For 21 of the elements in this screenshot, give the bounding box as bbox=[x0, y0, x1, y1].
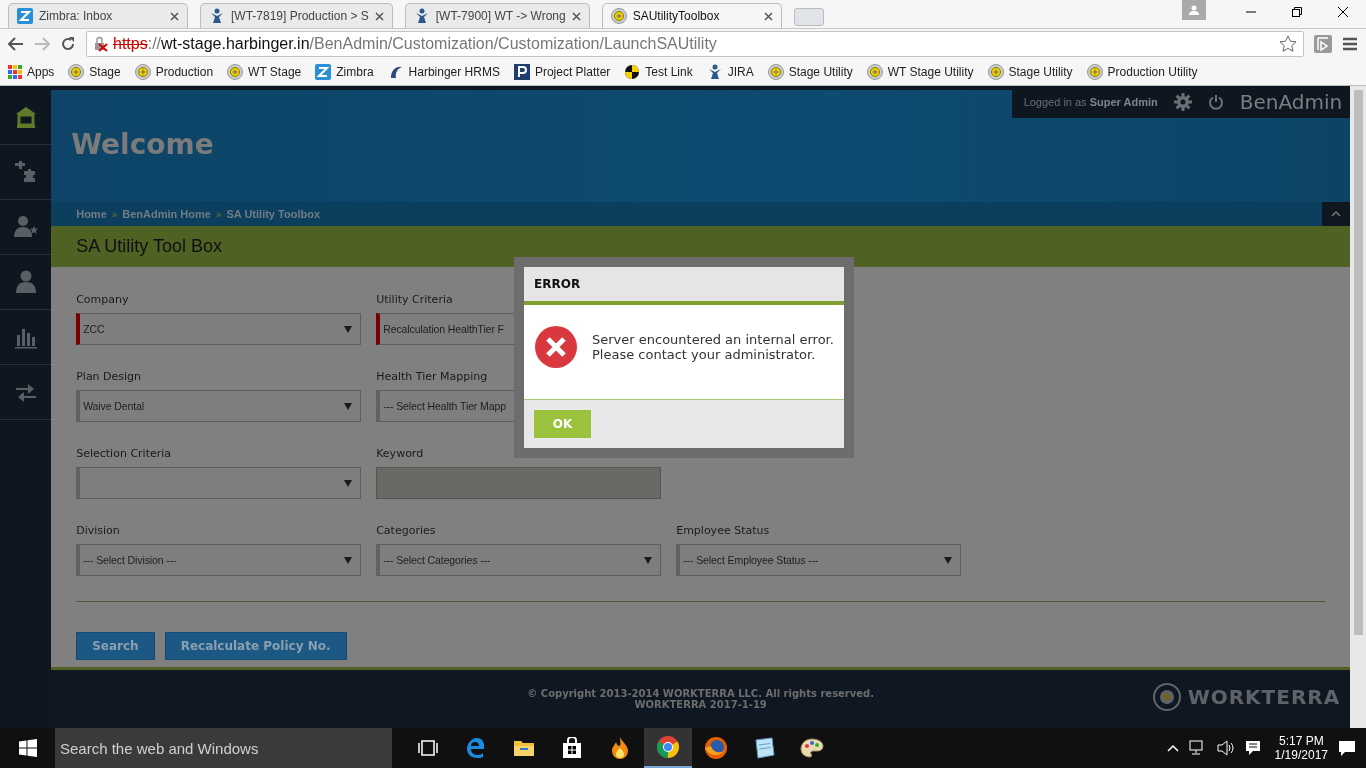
field-label: Health Tier Mapping bbox=[376, 370, 489, 383]
page-title: SA Utility Tool Box bbox=[51, 226, 1351, 267]
footer-logo-text: WORKTERRA bbox=[1187, 685, 1341, 709]
field-label: Employee Status bbox=[676, 524, 771, 537]
breadcrumb-separator: » bbox=[215, 208, 222, 220]
field-label: Utility Criteria bbox=[376, 293, 454, 306]
field-label: Categories bbox=[376, 524, 437, 537]
logged-in-text: Logged in as Super Admin bbox=[1023, 96, 1158, 108]
error-message: Please contact your administrator. bbox=[592, 347, 817, 362]
copyright-text: © Copyright 2013-2014 WORKTERRA LLC. All rights reserved. bbox=[527, 688, 875, 699]
welcome-heading: Welcome bbox=[70, 127, 214, 163]
field-label: Division bbox=[76, 524, 121, 537]
field-label: Selection Criteria bbox=[76, 447, 173, 460]
version-text: WORKTERRA 2017-1-19 bbox=[634, 699, 767, 710]
field-label: Plan Design bbox=[76, 370, 143, 383]
app-name: BenAdmin bbox=[1239, 90, 1343, 114]
field-label: Keyword bbox=[376, 447, 425, 460]
breadcrumb-separator: » bbox=[111, 208, 118, 220]
field-label: Company bbox=[76, 293, 130, 306]
error-message: Server encountered an internal error. bbox=[592, 332, 834, 347]
dialog-title: ERROR bbox=[524, 267, 844, 305]
